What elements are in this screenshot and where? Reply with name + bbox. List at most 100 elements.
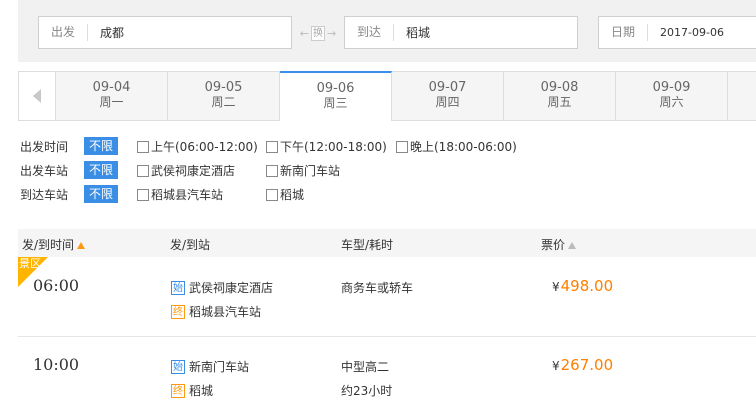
arrive-station: 终 稻城 (171, 382, 213, 399)
filter-option-label: 下午(12:00-18:00) (280, 140, 387, 154)
filter-option-label: 新南门车站 (280, 164, 341, 178)
unlimited-button[interactable]: 不限 (84, 161, 118, 179)
from-label: 出发 (39, 24, 89, 41)
filter-title: 到达车站 (20, 187, 69, 202)
swap-button[interactable]: ← 换 → (291, 24, 345, 42)
filter-option[interactable]: 上午(06:00-12:00) (137, 138, 258, 155)
checkbox[interactable] (266, 188, 278, 201)
filter-title: 出发时间 (20, 139, 69, 154)
chevron-left-icon (33, 89, 41, 103)
station-header: 发/到站 (170, 238, 211, 252)
end-tag-icon: 终 (171, 304, 185, 319)
table-row[interactable]: 景区 06:00 始 武侯祠康定酒店 终 稻城县汽车站 商务车或轿车 ¥498.… (18, 257, 756, 337)
checkbox[interactable] (137, 140, 149, 153)
start-tag-icon: 始 (171, 359, 185, 374)
date-tab-date: 09-09 (652, 80, 691, 95)
search-bar: 出发 成都 ← 换 → 到达 稻城 日期 2017-09-06 (18, 0, 756, 62)
filter-option[interactable]: 稻城县汽车站 (137, 186, 223, 203)
depart-station: 始 新南门车站 (171, 358, 249, 375)
date-tab[interactable]: 09-07 周四 (392, 72, 504, 120)
filter-option-label: 晚上(18:00-06:00) (410, 140, 517, 154)
date-tab[interactable]: 09-08 周五 (504, 72, 616, 120)
checkbox[interactable] (266, 140, 278, 153)
date-tab-date: 09-04 (92, 80, 131, 95)
depart-time: 10:00 (33, 355, 80, 374)
vehicle-header: 车型/耗时 (341, 238, 394, 252)
sort-by-time-header[interactable]: 发/到时间 (22, 236, 86, 253)
date-tab-weekday: 周五 (547, 95, 572, 109)
date-tab-weekday: 周六 (659, 95, 684, 109)
table-row[interactable]: 10:00 始 新南门车站 终 稻城 中型高二 约23小时 ¥267.00 (18, 337, 756, 408)
depart-station-name: 武侯祠康定酒店 (189, 281, 274, 295)
vehicle-type: 中型高二 (341, 360, 390, 374)
scenic-badge-label: 景区 (19, 257, 41, 270)
price-value: 498.00 (560, 277, 614, 295)
date-tab-weekday: 周二 (211, 95, 236, 109)
date-tab[interactable]: 09-05 周二 (168, 72, 280, 120)
filter-option-label: 上午(06:00-12:00) (151, 140, 258, 154)
prev-dates-button[interactable] (18, 72, 56, 120)
arrive-station-name: 稻城 (189, 384, 214, 398)
date-tab-active[interactable]: 09-06 周三 (280, 71, 392, 121)
price-value: 267.00 (560, 356, 614, 374)
checkbox[interactable] (137, 188, 149, 201)
checkbox[interactable] (266, 164, 278, 177)
header-label: 票价 (541, 238, 566, 252)
filter-option-label: 稻城县汽车站 (151, 188, 224, 202)
to-field[interactable]: 到达 稻城 (344, 16, 578, 49)
date-tab-weekday: 周四 (435, 95, 460, 109)
arrow-left-icon: ← (299, 26, 309, 40)
unlimited-button[interactable]: 不限 (84, 137, 118, 155)
filter-title: 出发车站 (20, 163, 69, 178)
from-field[interactable]: 出发 成都 (38, 16, 292, 49)
arrow-right-icon: → (327, 26, 337, 40)
date-tab-date: 09-08 (540, 80, 579, 95)
filter-option[interactable]: 武侯祠康定酒店 (137, 162, 235, 179)
filter-option[interactable]: 新南门车站 (266, 162, 340, 179)
unlimited-button[interactable]: 不限 (84, 185, 118, 203)
date-tab-date: 09-07 (428, 80, 467, 95)
filter-option-label: 稻城 (280, 188, 305, 202)
duration: 约23小时 (341, 384, 393, 398)
filter-arrive-station: 到达车站 不限 稻城县汽车站 稻城 (20, 185, 756, 203)
sort-up-icon (568, 242, 577, 249)
date-tab-date: 09-06 (316, 81, 355, 96)
currency-symbol: ¥ (552, 280, 560, 294)
arrive-station-name: 稻城县汽车站 (189, 305, 262, 319)
currency-symbol: ¥ (552, 359, 560, 373)
start-tag-icon: 始 (171, 280, 185, 295)
date-field[interactable]: 日期 2017-09-06 (598, 16, 756, 49)
vehicle-type: 商务车或轿车 (341, 281, 414, 295)
sort-up-icon (77, 242, 86, 249)
date-tab-weekday: 周三 (323, 96, 348, 110)
filter-option[interactable]: 晚上(18:00-06:00) (396, 138, 517, 155)
filter-depart-station: 出发车站 不限 武侯祠康定酒店 新南门车站 (20, 161, 756, 179)
to-label: 到达 (345, 24, 395, 41)
checkbox[interactable] (396, 140, 408, 153)
checkbox[interactable] (137, 164, 149, 177)
date-tab-date: 09-05 (204, 80, 243, 95)
table-header: 发/到时间 发/到站 车型/耗时 票价 (18, 229, 756, 257)
date-tabs: 09-04 周一 09-05 周二 09-06 周三 09-07 周四 09-0… (18, 71, 756, 121)
end-tag-icon: 终 (171, 383, 185, 398)
date-tab[interactable]: 09-04 周一 (56, 72, 168, 120)
ticket-price: ¥498.00 (552, 277, 613, 295)
ticket-price: ¥267.00 (552, 356, 613, 374)
depart-station: 始 武侯祠康定酒店 (171, 279, 273, 296)
filter-depart-time: 出发时间 不限 上午(06:00-12:00) 下午(12:00-18:00) … (20, 137, 756, 155)
swap-label: 换 (311, 25, 325, 41)
filter-option[interactable]: 稻城 (266, 186, 304, 203)
depart-station-name: 新南门车站 (189, 360, 250, 374)
arrive-station: 终 稻城县汽车站 (171, 303, 261, 320)
date-label: 日期 (599, 24, 649, 41)
sort-by-price-header[interactable]: 票价 (541, 236, 577, 253)
date-input[interactable]: 2017-09-06 (648, 26, 724, 39)
to-input[interactable]: 稻城 (394, 24, 430, 41)
filter-option-label: 武侯祠康定酒店 (151, 164, 236, 178)
filter-option[interactable]: 下午(12:00-18:00) (266, 138, 387, 155)
date-tab-weekday: 周一 (99, 95, 124, 109)
date-tab[interactable]: 09-09 周六 (616, 72, 728, 120)
depart-time: 06:00 (33, 276, 80, 295)
header-label: 发/到时间 (22, 238, 75, 252)
from-input[interactable]: 成都 (88, 24, 124, 41)
